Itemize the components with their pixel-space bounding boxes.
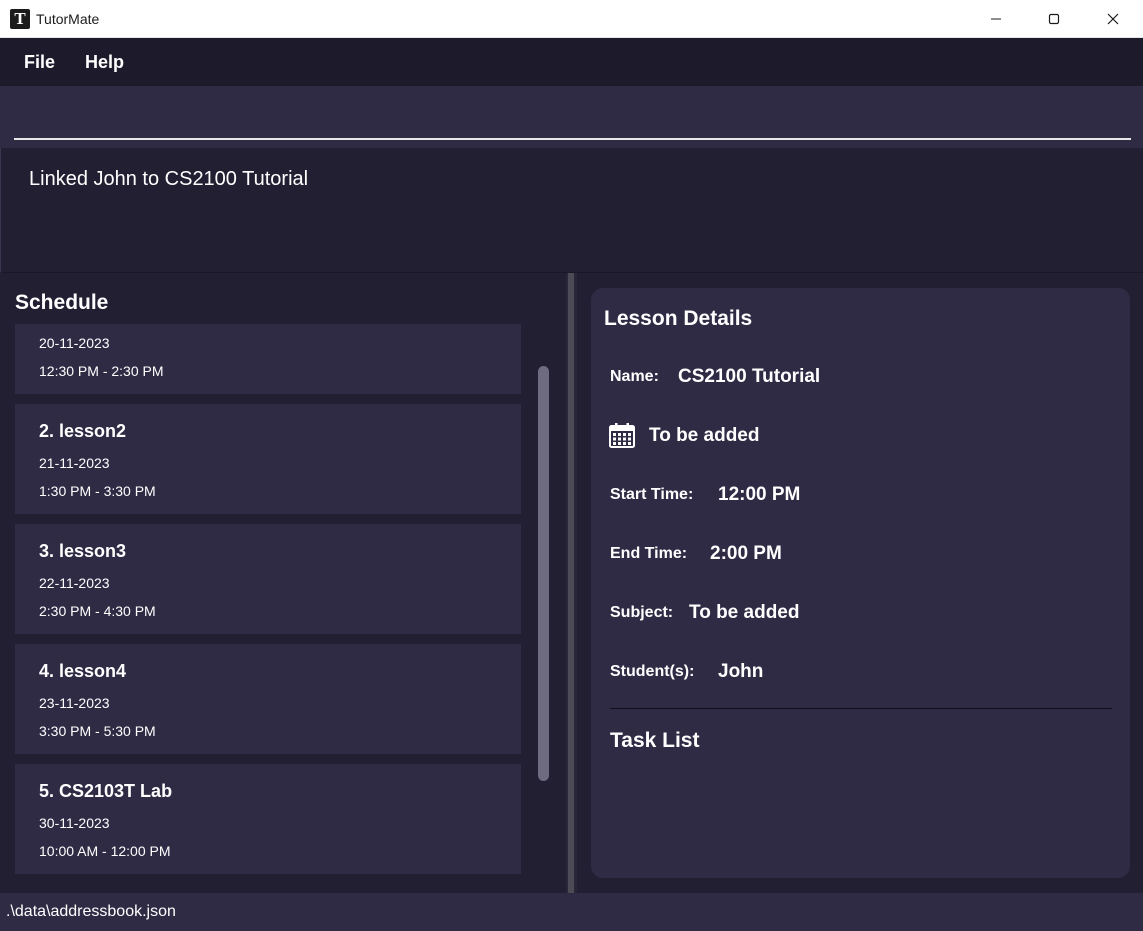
schedule-title: Schedule: [15, 291, 109, 314]
maximize-icon: [1048, 13, 1060, 25]
lesson-time: 3:30 PM - 5:30 PM: [39, 723, 156, 739]
maximize-button[interactable]: [1025, 0, 1083, 38]
name-label: Name:: [610, 368, 659, 385]
menu-file[interactable]: File: [24, 52, 55, 73]
section-divider: [610, 708, 1112, 709]
subject-label: Subject:: [610, 604, 674, 621]
lesson-name: 4. lesson4: [39, 661, 127, 681]
data-file-path: .\data\addressbook.json: [6, 903, 176, 920]
command-input[interactable]: [14, 94, 1131, 140]
title-bar: T TutorMate: [0, 0, 1143, 38]
menu-help[interactable]: Help: [85, 52, 124, 73]
close-icon: [1107, 13, 1119, 25]
lesson-time: 2:30 PM - 4:30 PM: [39, 603, 156, 619]
name-value: CS2100 Tutorial: [678, 366, 821, 387]
students-value: John: [718, 661, 764, 682]
start-time-label: Start Time:: [610, 486, 694, 503]
minimize-button[interactable]: [967, 0, 1025, 38]
lesson-name: 2. lesson2: [39, 421, 127, 441]
lesson-card[interactable]: 5. CS2103T Lab 30-11-2023 10:00 AM - 12:…: [15, 764, 521, 874]
result-message: Linked John to CS2100 Tutorial: [29, 168, 309, 190]
schedule-panel: Schedule 20-11-2023 12:30 PM - 2:30 PM 2…: [0, 273, 566, 893]
date-value: To be added: [649, 425, 760, 446]
end-time-label: End Time:: [610, 545, 688, 562]
lesson-date: 20-11-2023: [39, 335, 110, 351]
command-box: [0, 86, 1143, 148]
lesson-time: 10:00 AM - 12:00 PM: [39, 843, 171, 859]
end-time-value: 2:00 PM: [710, 543, 782, 564]
lesson-name: 5. CS2103T Lab: [39, 781, 173, 801]
lesson-time: 1:30 PM - 3:30 PM: [39, 483, 156, 499]
splitter-handle[interactable]: [568, 273, 574, 893]
details-title: Lesson Details: [604, 307, 753, 330]
close-button[interactable]: [1084, 0, 1142, 38]
window-title: TutorMate: [36, 11, 100, 27]
lesson-details-panel: Lesson Details Name: CS2100 Tutorial To …: [591, 288, 1130, 878]
app-logo-icon: T: [10, 9, 30, 29]
lesson-date: 30-11-2023: [39, 815, 110, 831]
minimize-icon: [991, 18, 1001, 20]
lesson-list[interactable]: 20-11-2023 12:30 PM - 2:30 PM 2. lesson2…: [15, 324, 521, 893]
lesson-card[interactable]: 3. lesson3 22-11-2023 2:30 PM - 4:30 PM: [15, 524, 521, 634]
start-time-value: 12:00 PM: [718, 484, 801, 505]
status-bar: .\data\addressbook.json: [0, 893, 1143, 931]
lesson-date: 22-11-2023: [39, 575, 110, 591]
menu-bar: File Help: [0, 38, 1143, 86]
lesson-time: 12:30 PM - 2:30 PM: [39, 363, 164, 379]
subject-value: To be added: [689, 602, 800, 623]
lesson-date: 21-11-2023: [39, 455, 110, 471]
panel-splitter[interactable]: [566, 273, 577, 893]
schedule-scrollbar[interactable]: [538, 366, 549, 781]
students-label: Student(s):: [610, 663, 695, 680]
lesson-name: 3. lesson3: [39, 541, 127, 561]
lesson-date: 23-11-2023: [39, 695, 110, 711]
lesson-card[interactable]: 4. lesson4 23-11-2023 3:30 PM - 5:30 PM: [15, 644, 521, 754]
scrollbar-thumb[interactable]: [538, 366, 549, 781]
lesson-card[interactable]: 20-11-2023 12:30 PM - 2:30 PM: [15, 324, 521, 394]
task-list-title: Task List: [610, 729, 700, 752]
result-display: Linked John to CS2100 Tutorial: [0, 148, 1143, 273]
calendar-icon: [609, 423, 635, 448]
lesson-card[interactable]: 2. lesson2 21-11-2023 1:30 PM - 3:30 PM: [15, 404, 521, 514]
